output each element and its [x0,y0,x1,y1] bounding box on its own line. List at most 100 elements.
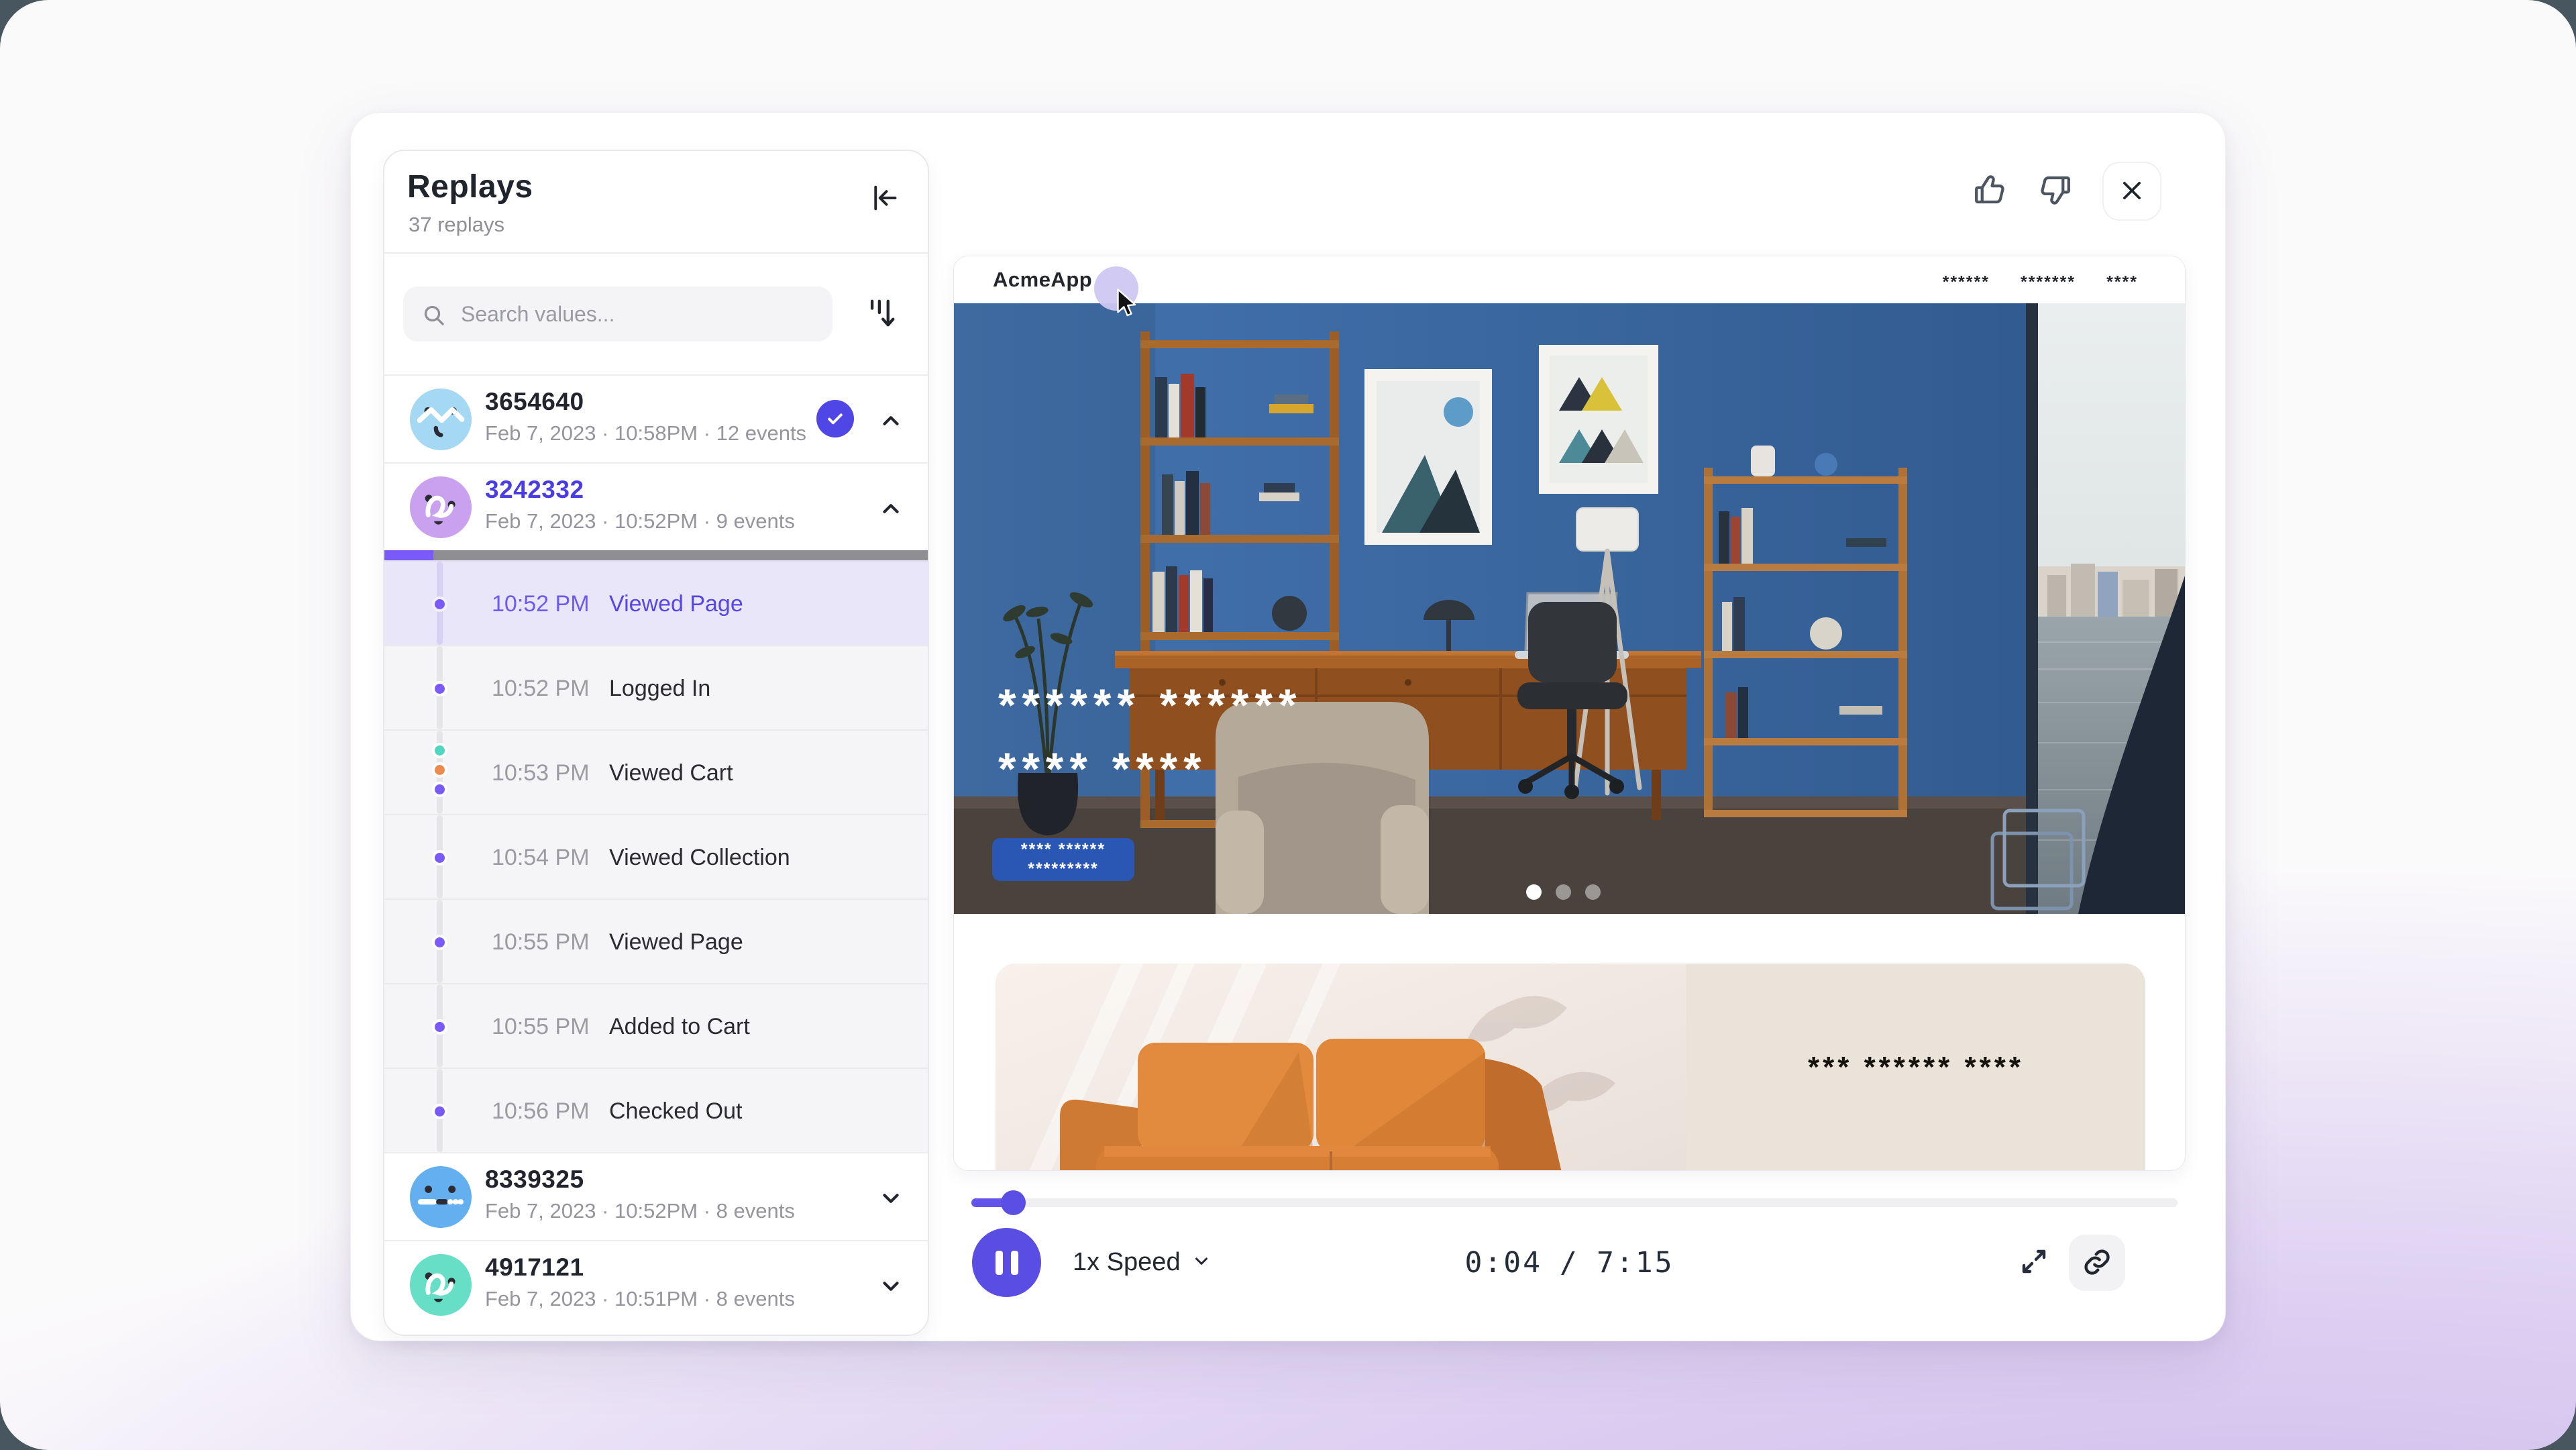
avatar [410,389,472,450]
chevron-down-icon[interactable] [878,1186,904,1214]
chevron-down-icon [1191,1251,1212,1274]
seek-bar[interactable] [971,1198,2178,1207]
event-dot [432,681,447,696]
collapse-sidebar-button[interactable] [863,180,901,218]
event-label: Viewed Collection [609,845,790,871]
copy-link-button[interactable] [2069,1235,2125,1291]
replay-row[interactable]: 3654640 Feb 7, 2023 · 10:58PM · 12 event… [384,374,928,462]
chevron-up-icon[interactable] [878,408,904,437]
replays-sidebar: Replays 37 replays [383,150,929,1336]
replay-load-progressbar [384,550,928,560]
event-dot [432,597,447,612]
replay-meta: Feb 7, 2023 · 10:58PM · 12 events [485,421,806,446]
replay-id: 3242332 [485,476,584,504]
selected-check-badge [816,400,854,437]
event-label: Checked Out [609,1098,742,1125]
event-time: 10:52 PM [492,676,590,702]
expand-icon [2018,1245,2050,1281]
replay-list: 3654640 Feb 7, 2023 · 10:58PM · 12 event… [384,374,928,1335]
playback-controls: 1x Speed 0:04 / 7:15 [953,1217,2186,1311]
event-row[interactable]: 10:56 PM Checked Out [384,1068,928,1152]
current-time: 0:04 [1464,1246,1542,1280]
carousel-dot-active[interactable] [1526,884,1542,900]
carousel-dot[interactable] [1585,884,1601,900]
event-dot [432,1019,447,1035]
masked-promo-text: *** ****** **** [1686,964,2145,1171]
event-row-selected[interactable]: 10:52 PM Viewed Page [384,560,928,645]
replay-load-fill [384,550,433,560]
sort-button[interactable] [857,289,905,340]
collapse-left-icon [865,180,900,219]
event-label: Viewed Cart [609,760,733,786]
search-input[interactable] [403,287,833,342]
event-time: 10:54 PM [492,845,590,871]
masked-nav-link: **** [2106,272,2138,292]
replay-row[interactable]: 4917121 Feb 7, 2023 · 10:51PM · 8 events [384,1240,928,1328]
event-dot-stack [432,743,447,797]
event-row[interactable]: 10:55 PM Viewed Page [384,898,928,983]
masked-hero-cta-button[interactable]: **** ****** ********* [992,838,1134,881]
replay-row[interactable]: 8339325 Feb 7, 2023 · 10:52PM · 8 events [384,1152,928,1240]
event-label: Logged In [609,676,710,702]
event-label: Added to Cart [609,1014,750,1040]
time-separator: / [1560,1246,1579,1280]
carousel-dot[interactable] [1556,884,1571,900]
event-time: 10:52 PM [492,591,590,617]
player-actions [1971,162,2161,221]
close-icon [2119,178,2145,205]
avatar [410,476,472,538]
total-duration: 7:15 [1597,1246,1674,1280]
thumbs-down-icon [2037,172,2074,211]
chevron-up-icon[interactable] [878,496,904,525]
pause-icon [996,1251,1003,1275]
app-canvas: Replays 37 replays [0,0,2576,1450]
replay-meta: Feb 7, 2023 · 10:52PM · 9 events [485,509,795,533]
avatar [410,1254,472,1316]
replay-row-active[interactable]: 3242332 Feb 7, 2023 · 10:52PM · 9 events [384,462,928,550]
event-label: Viewed Page [609,929,743,955]
close-button[interactable] [2102,162,2161,221]
replay-count: 37 replays [409,213,504,237]
event-dot [432,1104,447,1119]
replayed-nav: ****** ******* **** [1943,256,2138,303]
thumbs-up-button[interactable] [1971,172,2008,210]
seek-thumb[interactable] [1001,1190,1026,1215]
event-time: 10:53 PM [492,760,590,786]
carousel-dots[interactable] [1526,884,1601,900]
replayed-app-logo: AcmeApp [993,268,1092,292]
cursor-pointer-icon [1112,289,1140,321]
thumbs-up-icon [1972,172,2008,211]
event-label: Viewed Page [609,591,743,617]
event-dot [432,935,447,950]
replayed-promo-card: *** ****** **** [996,964,2145,1171]
masked-hero-heading-line2: **** **** [998,743,1208,795]
event-row[interactable]: 10:55 PM Added to Cart [384,983,928,1068]
speed-selector[interactable]: 1x Speed [1073,1217,1212,1308]
event-row[interactable]: 10:53 PM Viewed Cart [384,729,928,814]
sort-descending-icon [863,294,898,335]
replay-viewport: AcmeApp ****** ******* **** [953,256,2186,1171]
masked-nav-link: ****** [1943,272,1990,292]
replay-id: 8339325 [485,1166,584,1194]
event-row[interactable]: 10:52 PM Logged In [384,645,928,729]
event-time: 10:55 PM [492,929,590,955]
event-row[interactable]: 10:54 PM Viewed Collection [384,814,928,898]
replay-modal: Replays 37 replays [350,112,2226,1341]
event-time: 10:55 PM [492,1014,590,1040]
sidebar-header: Replays 37 replays [384,151,928,252]
masked-hero-heading-line1: ****** ****** [998,679,1302,731]
pause-icon [1011,1251,1018,1275]
speed-label: 1x Speed [1073,1248,1181,1277]
sidebar-search-row [384,254,928,374]
replay-id: 4917121 [485,1253,584,1282]
replay-id: 3654640 [485,388,584,416]
event-time: 10:56 PM [492,1098,590,1125]
chevron-down-icon[interactable] [878,1274,904,1302]
pause-button[interactable] [972,1228,1041,1297]
link-icon [2082,1247,2112,1279]
thumbs-down-button[interactable] [2037,172,2074,210]
event-dot [432,850,447,866]
replay-scene [954,303,2186,914]
fullscreen-button[interactable] [2017,1245,2051,1280]
masked-nav-link: ******* [2021,272,2076,292]
